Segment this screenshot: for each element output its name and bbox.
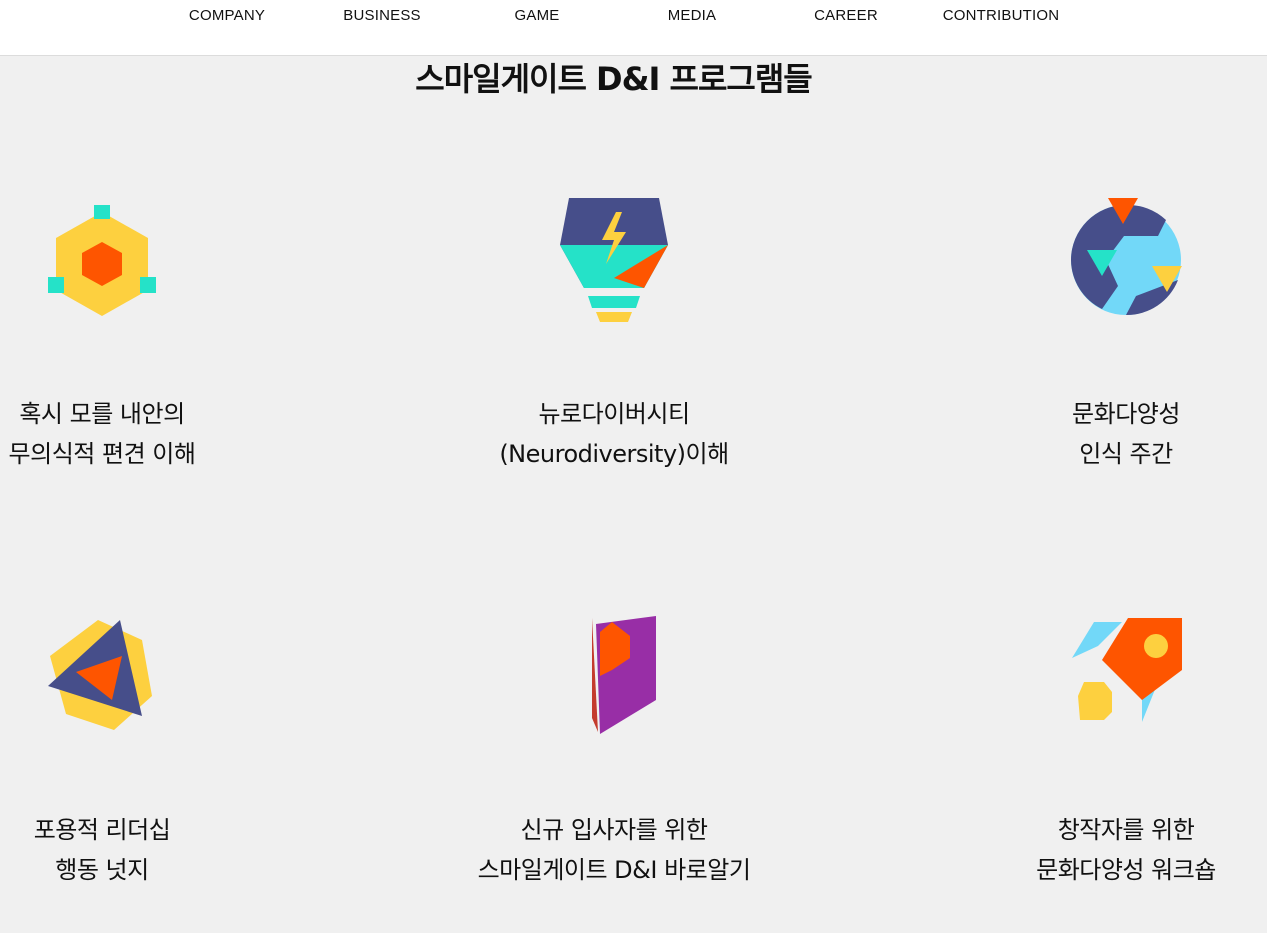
- nav-item-game[interactable]: GAME: [457, 7, 617, 24]
- nav-item-media[interactable]: MEDIA: [612, 7, 772, 24]
- program-title-line2: 문화다양성 워크숍: [1036, 856, 1216, 884]
- nav-item-business[interactable]: BUSINESS: [302, 7, 462, 24]
- nav-item-contribution[interactable]: CONTRIBUTION: [921, 7, 1081, 24]
- program-title-line1: 신규 입사자를 위한: [520, 816, 708, 844]
- lightbulb-bolt-icon: [560, 198, 668, 322]
- section-title: 스마일게이트 D&I 프로그램들: [415, 60, 813, 98]
- program-title-line2: (Neurodiversity)이해: [499, 440, 729, 468]
- program-title-line2: 인식 주간: [1079, 440, 1173, 468]
- program-title-line1: 문화다양성: [1072, 400, 1180, 428]
- globe-icon: [1071, 198, 1182, 316]
- nav-item-career[interactable]: CAREER: [766, 7, 926, 24]
- program-title-line2: 스마일게이트 D&I 바로알기: [477, 856, 751, 884]
- triangle-hexagon-icon: [48, 620, 152, 730]
- nav-item-company[interactable]: COMPANY: [147, 7, 307, 24]
- program-title-line1: 창작자를 위한: [1057, 816, 1195, 844]
- program-title-line2: 행동 넛지: [55, 856, 149, 884]
- program-title-line1: 뉴로다이버시티: [538, 400, 690, 428]
- book-icon: [592, 616, 656, 734]
- hexagon-nodes-icon: [48, 205, 156, 316]
- program-title-line1: 혹시 모를 내안의: [19, 400, 185, 428]
- program-title-line2: 무의식적 편견 이해: [8, 440, 196, 468]
- rocket-icon: [1072, 618, 1182, 722]
- top-navigation: COMPANY BUSINESS GAME MEDIA CAREER CONTR…: [0, 0, 1267, 56]
- program-title-line1: 포용적 리더십: [33, 816, 171, 844]
